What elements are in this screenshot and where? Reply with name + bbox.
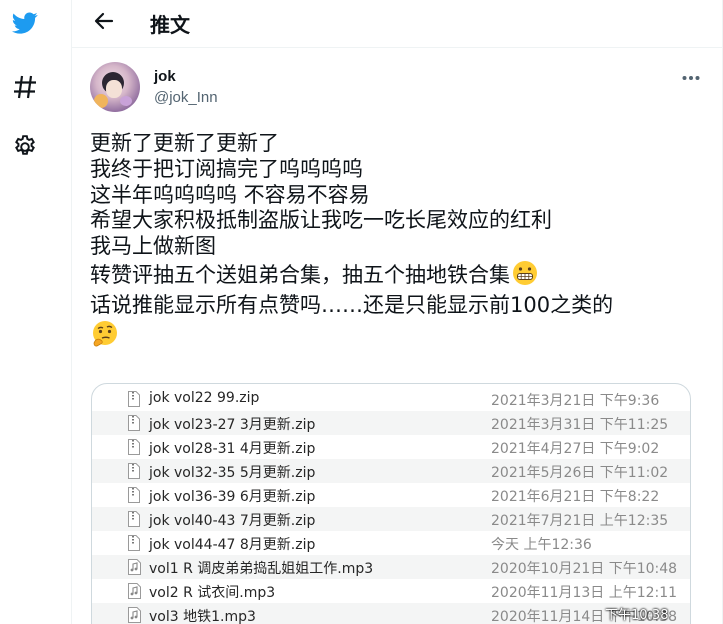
file-date: 2021年3月31日 下午11:25 <box>491 417 669 433</box>
file-date: 2021年5月26日 下午11:02 <box>491 465 669 481</box>
file-name: vol2 R 试衣间.mp3 <box>149 585 276 601</box>
file-name: jok vol23-27 3月更新.zip <box>149 417 316 433</box>
tweet-text: 更新了更新了更新了 我终于把订阅搞完了呜呜呜呜 这半年呜呜呜呜 不容易不容易 希… <box>90 131 700 355</box>
timestamp-watermark: 下午10:38 <box>605 608 669 623</box>
list-item: jok vol22 99.zip 2021年3月21日 下午9:36 <box>92 387 690 411</box>
page-title: 推文 <box>150 13 190 37</box>
tweet-line: 希望大家积极抵制盗版让我吃一吃长尾效应的红利 <box>90 208 552 233</box>
audio-file-icon <box>128 583 141 599</box>
zip-file-icon <box>128 391 140 407</box>
zip-file-icon <box>128 511 140 527</box>
file-name: jok vol40-43 7月更新.zip <box>149 513 316 529</box>
file-name: jok vol28-31 4月更新.zip <box>149 441 316 457</box>
file-date: 2021年4月27日 下午9:02 <box>491 441 660 457</box>
file-date: 2021年6月21日 下午8:22 <box>491 489 660 505</box>
tweet-line: 这半年呜呜呜呜 不容易不容易 <box>90 182 370 207</box>
tweet-author: jok @jok_Inn <box>90 62 218 112</box>
tweet-line: 我马上做新图 <box>90 234 216 259</box>
hashtag-icon[interactable] <box>8 70 42 104</box>
arrow-left-icon <box>94 12 114 35</box>
tweet-line: 我终于把订阅搞完了呜呜呜呜 <box>90 156 363 181</box>
author-display-name[interactable]: jok <box>154 67 218 87</box>
list-item: jok vol40-43 7月更新.zip 2021年7月21日 上午12:35 <box>92 507 690 531</box>
tweet-line: 话说推能显示所有点赞吗……还是只能显示前100之类的 <box>90 292 614 317</box>
file-date: 2021年3月21日 下午9:36 <box>491 393 660 409</box>
file-name: jok vol22 99.zip <box>149 390 260 406</box>
file-name: jok vol36-39 6月更新.zip <box>149 489 316 505</box>
back-button[interactable] <box>86 6 122 42</box>
gear-icon[interactable] <box>8 130 42 164</box>
file-date: 2021年7月21日 上午12:35 <box>491 513 669 529</box>
author-names: jok @jok_Inn <box>154 67 218 108</box>
author-handle[interactable]: @jok_Inn <box>154 88 218 108</box>
list-item: jok vol32-35 5月更新.zip 2021年5月26日 下午11:02 <box>92 459 690 483</box>
list-item: jok vol44-47 8月更新.zip 今天 上午12:36 <box>92 531 690 555</box>
tweet-line <box>90 319 700 356</box>
tweet-detail-column: 推文 jok @jok_Inn 更新了更新了更新了 我终于把订阅搞完了呜呜呜呜 … <box>72 0 723 624</box>
audio-file-icon <box>128 607 141 623</box>
file-date: 2020年10月21日 下午10:48 <box>491 561 678 577</box>
zip-file-icon <box>128 439 140 455</box>
file-date: 今天 上午12:36 <box>491 537 592 553</box>
list-item: vol2 R 试衣间.mp3 2020年11月13日 上午12:11 <box>92 579 690 603</box>
file-name: vol3 地铁1.mp3 <box>149 609 256 624</box>
list-item: vol3 地铁1.mp3 2020年11月14日 下午10:38 <box>92 603 690 624</box>
list-item: vol1 R 调皮弟弟捣乱姐姐工作.mp3 2020年10月21日 下午10:4… <box>92 555 690 579</box>
file-name: vol1 R 调皮弟弟捣乱姐姐工作.mp3 <box>149 561 374 577</box>
avatar[interactable] <box>90 62 140 112</box>
file-name: jok vol44-47 8月更新.zip <box>149 537 316 553</box>
thinking-face-icon <box>90 319 120 356</box>
twitter-bird-icon[interactable] <box>8 6 42 40</box>
zip-file-icon <box>128 463 140 479</box>
more-horizontal-icon <box>682 68 700 86</box>
tweet-line: 转赞评抽五个送姐弟合集，抽五个抽地铁合集 <box>90 260 700 293</box>
grimacing-face-icon <box>512 260 538 293</box>
audio-file-icon <box>128 559 141 575</box>
tweet-line-text: 转赞评抽五个送姐弟合集，抽五个抽地铁合集 <box>90 262 510 287</box>
file-date: 2020年11月13日 上午12:11 <box>491 585 678 601</box>
zip-file-icon <box>128 487 140 503</box>
zip-file-icon <box>128 535 140 551</box>
tweet-image-file-list[interactable]: jok vol22 99.zip 2021年3月21日 下午9:36 jok v… <box>91 383 691 624</box>
zip-file-icon <box>128 415 140 431</box>
list-item: jok vol36-39 6月更新.zip 2021年6月21日 下午8:22 <box>92 483 690 507</box>
list-item: jok vol23-27 3月更新.zip 2021年3月31日 下午11:25 <box>92 411 690 435</box>
file-name: jok vol32-35 5月更新.zip <box>149 465 316 481</box>
left-navigation-rail <box>0 0 72 624</box>
more-options-button[interactable] <box>676 68 706 86</box>
list-item: jok vol28-31 4月更新.zip 2021年4月27日 下午9:02 <box>92 435 690 459</box>
page-header: 推文 <box>72 0 722 48</box>
tweet-line: 更新了更新了更新了 <box>90 131 279 155</box>
